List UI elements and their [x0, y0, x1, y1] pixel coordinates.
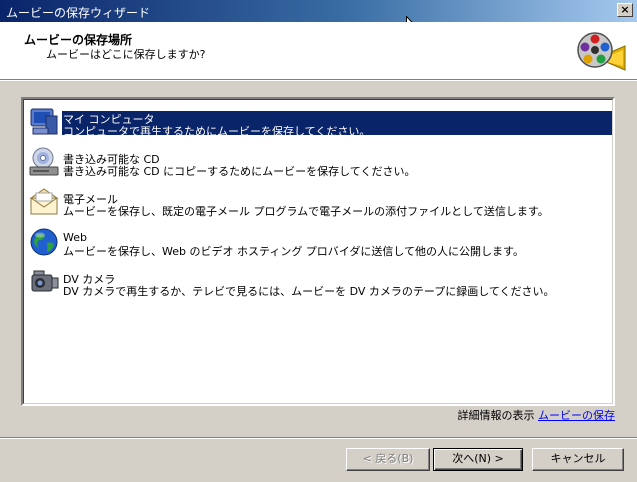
option-dv-camera[interactable]: DV カメラ DV カメラで再生するか、テレビで見るには、ムービーを DV カメ… — [26, 264, 612, 300]
more-info-text: 詳細情報の表示 — [457, 409, 535, 422]
option-description: DV カメラで再生するか、テレビで見るには、ムービーを DV カメラのテープに録… — [63, 285, 555, 298]
option-description: ムービーを保存し、既定の電子メール プログラムで電子メールの添付ファイルとして送… — [63, 205, 549, 218]
movie-maker-logo-icon — [577, 32, 626, 71]
my-computer-icon — [30, 108, 58, 135]
page-subtitle: ムービーはどこに保存しますか? — [46, 48, 206, 61]
window-title: ムービーの保存ウィザード — [6, 6, 151, 20]
wizard-header: ムービーの保存場所 ムービーはどこに保存しますか? — [0, 22, 637, 79]
cancel-button[interactable]: キャンセル — [532, 448, 624, 471]
back-button[interactable]: < 戻る(B) — [346, 448, 430, 471]
globe-icon — [30, 228, 58, 256]
close-icon: × — [620, 3, 630, 16]
email-icon — [29, 188, 59, 215]
title-bar[interactable]: ムービーの保存ウィザード × — [0, 0, 637, 22]
camcorder-icon — [31, 270, 59, 292]
close-button[interactable]: × — [617, 3, 633, 17]
cd-drive-icon — [29, 147, 59, 176]
option-description: 書き込み可能な CD にコピーするためにムービーを保存してください。 — [63, 165, 416, 178]
more-info: 詳細情報の表示 ムービーの保存 — [458, 407, 616, 423]
option-description: ムービーを保存し、Web のビデオ ホスティング プロバイダに送信して他の人に公… — [63, 245, 524, 258]
header-divider — [0, 79, 637, 81]
save-movie-help-link[interactable]: ムービーの保存 — [538, 409, 615, 422]
next-button[interactable]: 次へ(N) > — [433, 448, 523, 471]
option-writable-cd[interactable]: 書き込み可能な CD 書き込み可能な CD にコピーするためにムービーを保存して… — [26, 144, 612, 180]
option-description: コンピュータで再生するためにムービーを保存してください。 — [63, 125, 371, 138]
footer-divider — [0, 437, 637, 439]
save-movie-wizard-window: ムービーの保存ウィザード × ムービーの保存場所 ムービーはどこに保存しますか? — [0, 0, 637, 482]
option-web[interactable]: Web ムービーを保存し、Web のビデオ ホスティング プロバイダに送信して他… — [26, 224, 612, 260]
save-location-list[interactable]: マイ コンピュータ コンピュータで再生するためにムービーを保存してください。 書… — [21, 97, 615, 406]
option-my-computer[interactable]: マイ コンピュータ コンピュータで再生するためにムービーを保存してください。 — [26, 104, 612, 140]
option-email[interactable]: 電子メール ムービーを保存し、既定の電子メール プログラムで電子メールの添付ファ… — [26, 184, 612, 220]
